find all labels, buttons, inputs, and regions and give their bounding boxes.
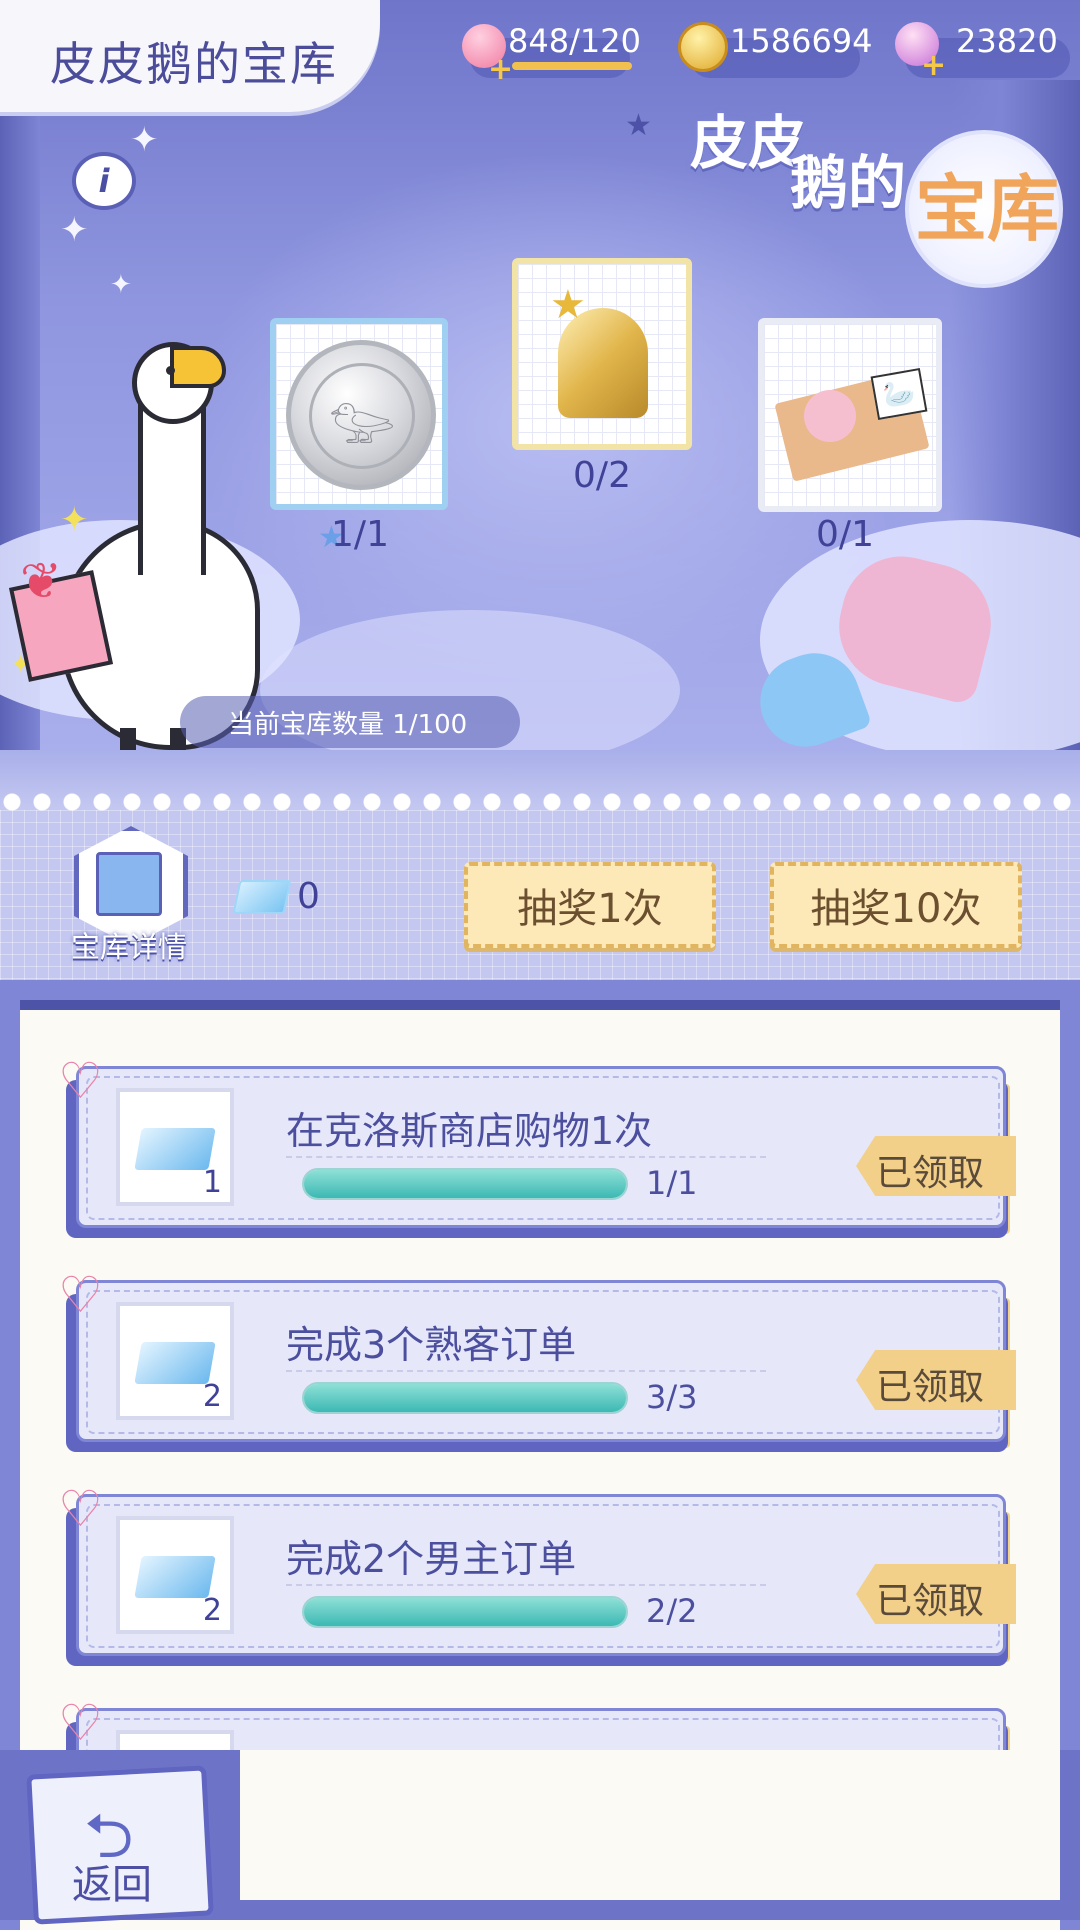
logo-badge-text: 宝库: [915, 167, 1060, 251]
diamonds-value: 23820: [956, 22, 1058, 60]
heart-clip-icon: ♡: [58, 1480, 103, 1538]
lottery-ticket-icon: [134, 1342, 216, 1384]
swan-emblem-icon: 🦢: [870, 367, 928, 421]
lottery-ticket-icon: [134, 1128, 216, 1170]
progress-bar: [302, 1596, 628, 1628]
swan-coin-icon: 𓅰: [286, 340, 436, 490]
coin-icon: [678, 22, 728, 72]
vault-count-pill: 当前宝库数量 1/100: [180, 696, 520, 748]
reward-thumb: 2: [116, 1302, 234, 1420]
star-icon: ★: [550, 282, 586, 328]
vault-detail-label: 宝库详情: [70, 930, 187, 964]
task-title: 在克洛斯商店购物1次: [286, 1109, 653, 1153]
progress-fill: [304, 1598, 626, 1626]
heart-clip-icon: ♡: [58, 1052, 103, 1110]
reward-thumb: 1: [116, 1088, 234, 1206]
reward-qty: 2: [202, 1593, 222, 1628]
sparkle-icon: ✦: [130, 120, 159, 160]
sparkle-icon: ✦: [110, 270, 132, 300]
heart-clip-icon: ♡: [58, 1694, 103, 1752]
progress-bar: [302, 1382, 628, 1414]
ribbon-bow-icon: ❦: [20, 552, 62, 610]
heart-clip-icon: ♡: [58, 1266, 103, 1324]
prize-count-bell: 0/2: [573, 455, 631, 496]
claimed-label: 已领取: [876, 1153, 985, 1194]
prize-count-ticket: 0/1: [816, 514, 874, 555]
portrait-icon: [804, 390, 856, 442]
claimed-label: 已领取: [876, 1581, 985, 1622]
coins-value: 1586694: [730, 22, 873, 60]
task-row: ♡ 2 完成2个男主订单 2/2 已领取: [58, 1480, 1016, 1666]
prize-card-bell[interactable]: ★: [512, 258, 692, 450]
draw-once-button[interactable]: 抽奖1次: [464, 862, 716, 948]
progress-text: 3/3: [646, 1378, 698, 1416]
info-button[interactable]: i: [72, 152, 136, 210]
back-label: 返回: [72, 1862, 152, 1908]
prize-card-coin[interactable]: 𓅰: [270, 318, 448, 510]
reward-thumb: 2: [116, 1516, 234, 1634]
page-title: 皮皮鹅的宝库: [50, 37, 338, 91]
goose-beak: [170, 346, 226, 388]
task-title: 完成2个男主订单: [286, 1537, 577, 1581]
task-row: ♡ 2 完成3个熟客订单 3/3 已领取: [58, 1266, 1016, 1452]
lace-border: [0, 790, 1080, 814]
star-icon: ★: [625, 108, 652, 143]
prize-count-coin: 1/1: [331, 514, 389, 555]
sparkle-icon: ✦: [60, 500, 89, 540]
progress-text: 1/1: [646, 1164, 698, 1202]
task-row: ♡ 1 在克洛斯商店购物1次 1/1 已领取: [58, 1052, 1016, 1238]
claimed-label: 已领取: [876, 1367, 985, 1408]
progress-fill: [304, 1384, 626, 1412]
lottery-ticket-icon: [232, 880, 292, 914]
stamina-value: 848/120: [508, 22, 641, 60]
reward-qty: 2: [202, 1379, 222, 1414]
goose-eye: [166, 366, 175, 375]
progress-bar: [302, 1168, 628, 1200]
footer-panel: [240, 1750, 1060, 1900]
task-title: 完成3个熟客订单: [286, 1323, 577, 1367]
logo-line-1: 皮皮: [690, 109, 807, 177]
add-diamonds-icon[interactable]: +: [921, 48, 946, 83]
prize-card-ticket[interactable]: 🦢: [758, 318, 942, 512]
logo-line-2: 鹅的: [790, 149, 907, 217]
ticket-count: 0: [297, 876, 320, 917]
progress-text: 2/2: [646, 1592, 698, 1630]
lottery-ticket-icon: [134, 1556, 216, 1598]
draw-ten-button[interactable]: 抽奖10次: [770, 862, 1022, 948]
progress-fill: [304, 1170, 626, 1198]
gift-icon: [96, 852, 162, 916]
title-tab: 皮皮鹅的宝库: [0, 0, 380, 112]
sparkle-icon: ✦: [60, 210, 89, 250]
reward-qty: 1: [202, 1165, 222, 1200]
stamina-bar: [512, 62, 632, 70]
